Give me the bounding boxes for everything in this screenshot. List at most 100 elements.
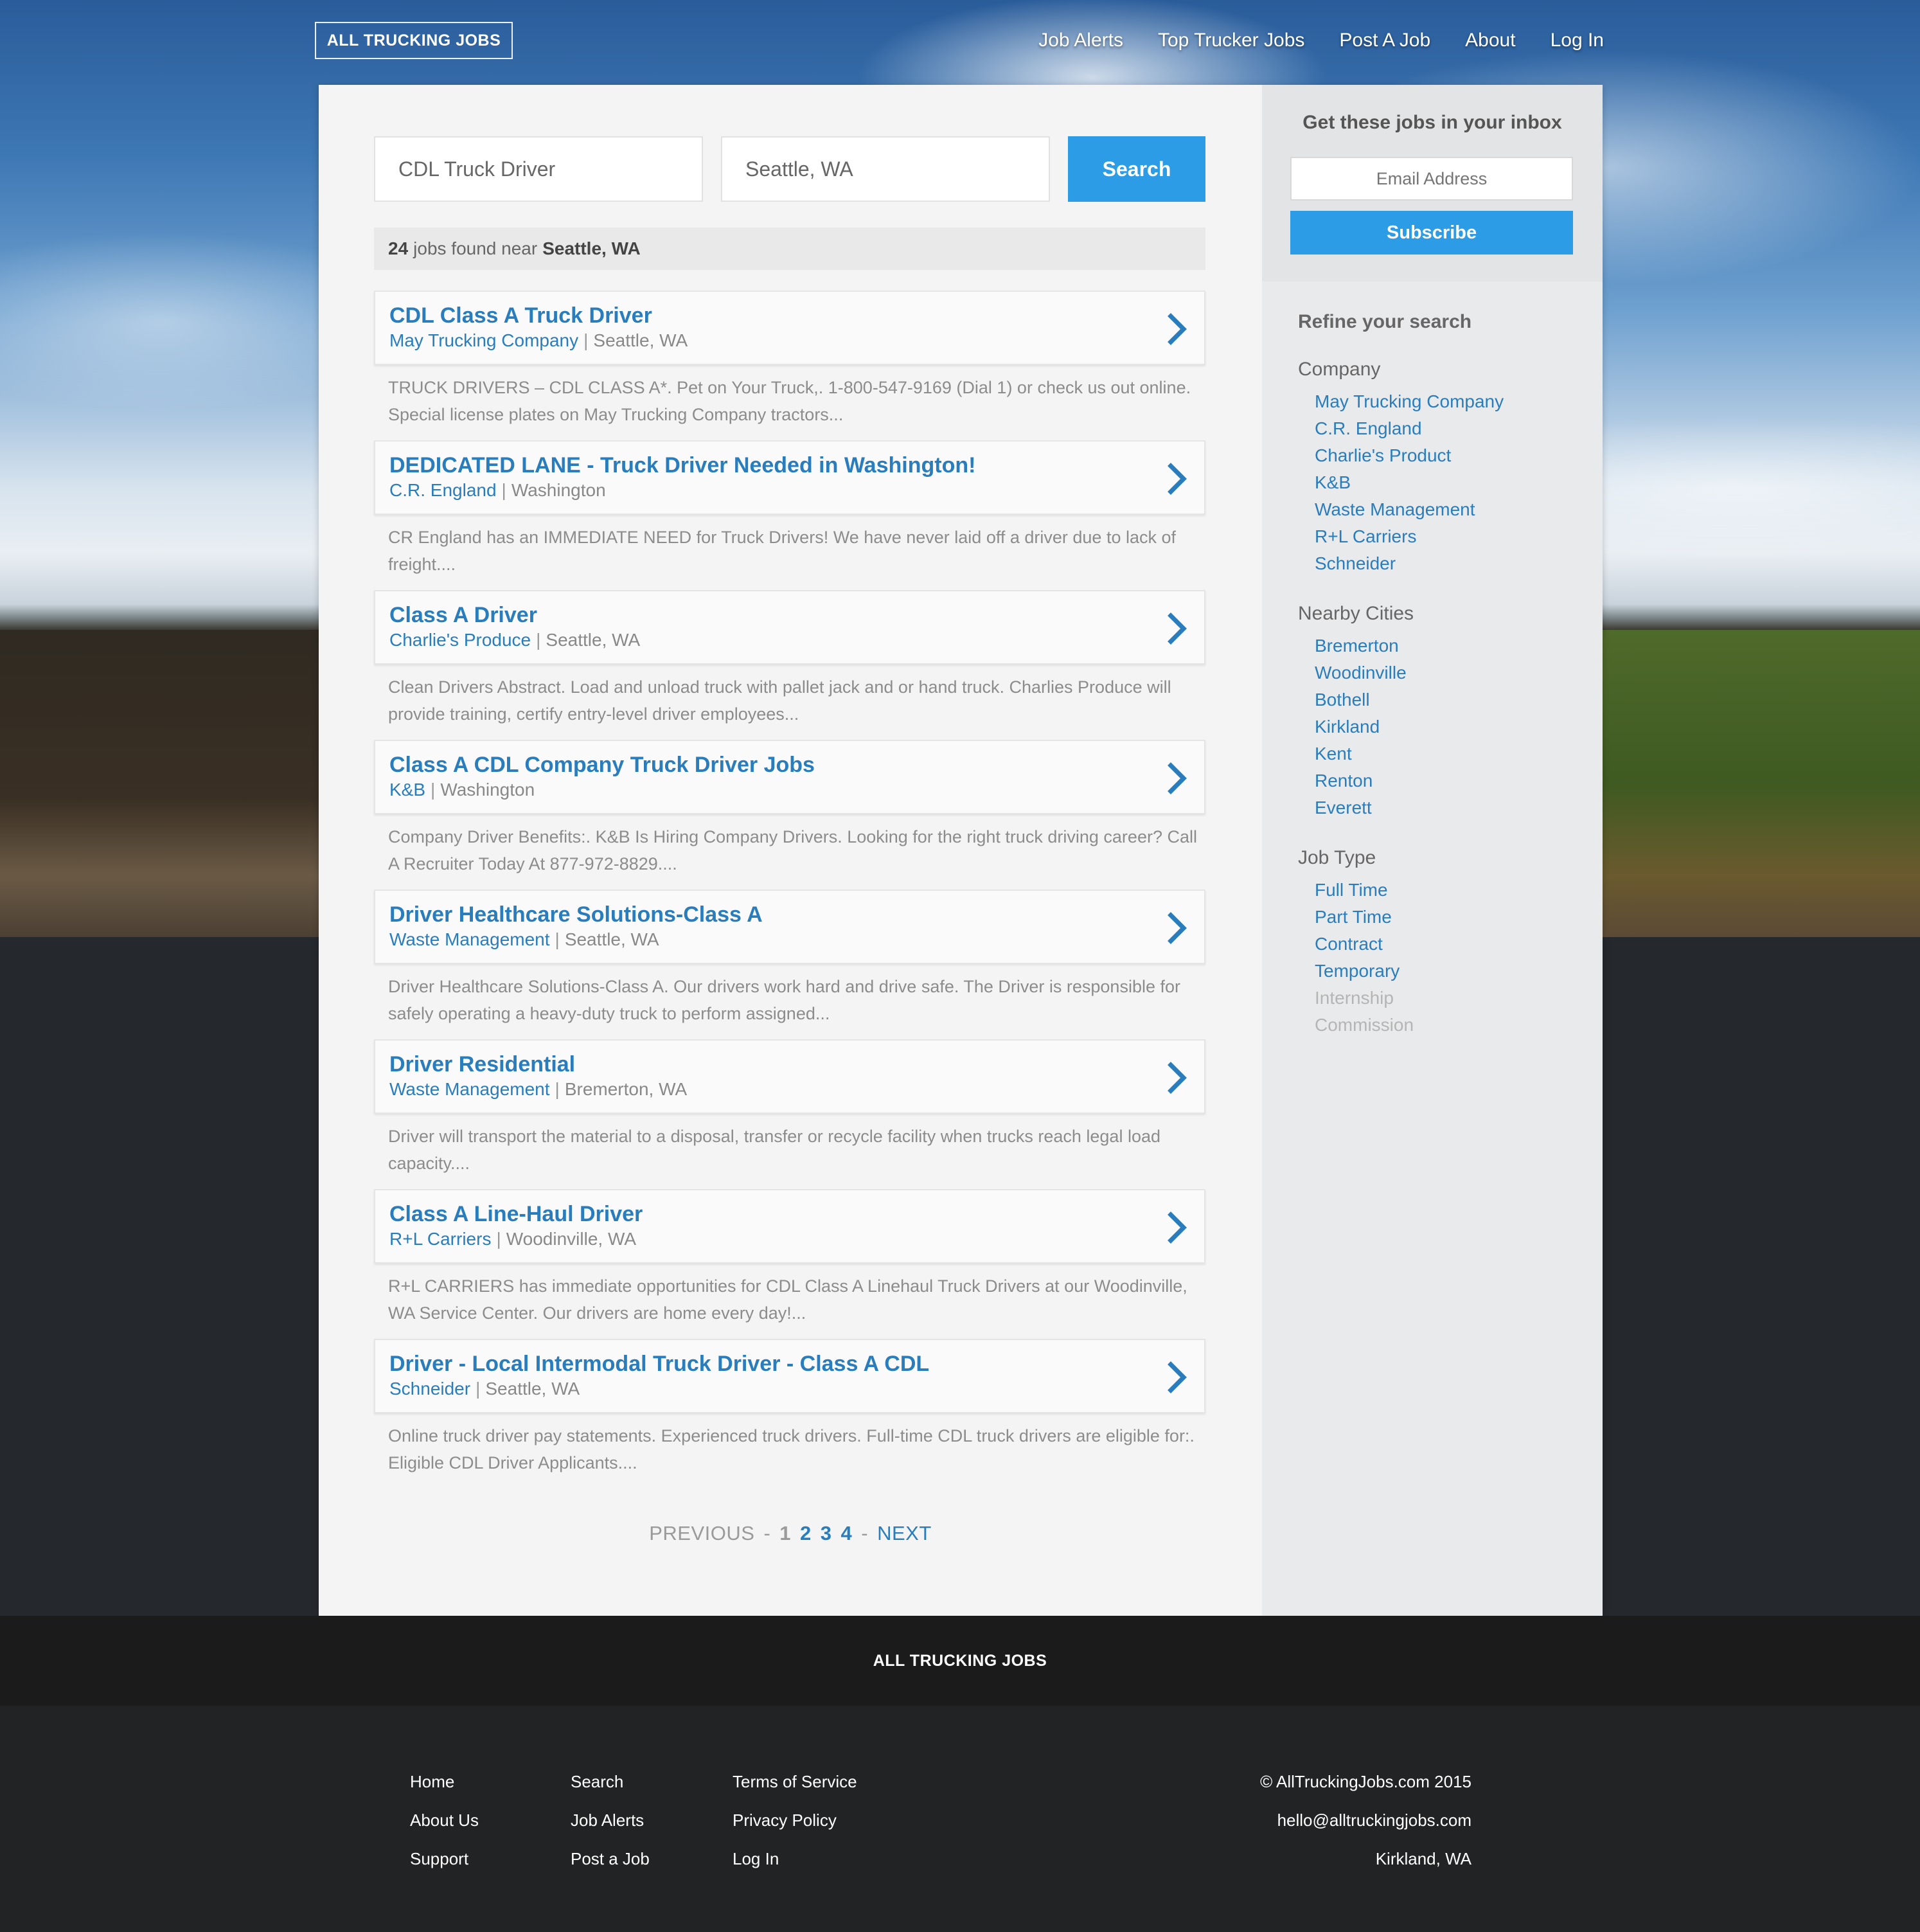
job-title[interactable]: DEDICATED LANE - Truck Driver Needed in … <box>389 453 975 478</box>
job-company[interactable]: Waste Management <box>389 929 550 949</box>
chevron-right-icon[interactable] <box>1164 910 1190 946</box>
filter-option[interactable]: K&B <box>1315 469 1581 496</box>
footer-column: Home About Us Support <box>410 1762 479 1878</box>
filter-option[interactable]: Woodinville <box>1315 659 1581 686</box>
job-title[interactable]: CDL Class A Truck Driver <box>389 303 652 328</box>
email-field[interactable] <box>1290 157 1573 201</box>
job-card-header[interactable]: Driver Residential Waste Management | Breme… <box>374 1039 1205 1114</box>
filter-option[interactable]: Bremerton <box>1315 632 1581 659</box>
filter-option[interactable]: May Trucking Company <box>1315 388 1581 415</box>
job-title[interactable]: Driver Residential <box>389 1052 575 1077</box>
job-company[interactable]: K&B <box>389 780 425 800</box>
footer-link-terms[interactable]: Terms of Service <box>733 1762 857 1801</box>
job-meta-separator: | <box>501 480 506 500</box>
job-description: Driver will transport the material to a … <box>388 1127 1160 1173</box>
job-meta-separator: | <box>555 1079 560 1099</box>
filter-option[interactable]: Part Time <box>1315 904 1581 931</box>
nav-about[interactable]: About <box>1465 30 1515 51</box>
job-description: TRUCK DRIVERS – CDL CLASS A*. Pet on You… <box>388 378 1191 424</box>
job-meta-separator: | <box>583 330 589 350</box>
site-logo[interactable]: ALL TRUCKING JOBS <box>315 22 513 59</box>
job-keyword-input[interactable] <box>374 136 703 202</box>
footer-link-support[interactable]: Support <box>410 1839 479 1878</box>
footer-link-post-a-job[interactable]: Post a Job <box>571 1839 650 1878</box>
filter-heading: Nearby Cities <box>1298 603 1414 624</box>
job-card-header[interactable]: Driver - Local Intermodal Truck Driver -… <box>374 1339 1205 1413</box>
chevron-right-icon[interactable] <box>1164 760 1190 796</box>
job-title[interactable]: Driver Healthcare Solutions-Class A <box>389 902 763 927</box>
pagination-separator: - <box>861 1522 869 1544</box>
job-title[interactable]: Class A CDL Company Truck Driver Jobs <box>389 753 815 778</box>
job-card-header[interactable]: Driver Healthcare Solutions-Class A Waste… <box>374 890 1205 964</box>
pagination-page-4[interactable]: 4 <box>841 1522 853 1545</box>
job-location: Seattle, WA <box>485 1379 580 1399</box>
footer-link-home[interactable]: Home <box>410 1762 479 1801</box>
sidebar: Get these jobs in your inbox Subscribe R… <box>1262 85 1603 1616</box>
pagination-page-1[interactable]: 1 <box>779 1522 791 1545</box>
job-card-header[interactable]: Class A Driver Charlie's Produce | Seattle,… <box>374 590 1205 665</box>
nav-job-alerts[interactable]: Job Alerts <box>1038 30 1123 51</box>
job-company[interactable]: Waste Management <box>389 1079 550 1099</box>
filter-option[interactable]: Kirkland <box>1315 713 1581 740</box>
pagination-page-2[interactable]: 2 <box>800 1522 812 1545</box>
job-company[interactable]: R+L Carriers <box>389 1229 491 1249</box>
filter-option[interactable]: Bothell <box>1315 686 1581 713</box>
job-title[interactable]: Class A Driver <box>389 603 537 628</box>
pagination-page-3[interactable]: 3 <box>821 1522 832 1545</box>
filter-option[interactable]: Contract <box>1315 931 1581 958</box>
job-title[interactable]: Class A Line-Haul Driver <box>389 1202 643 1227</box>
job-card-header[interactable]: Class A CDL Company Truck Driver Jobs K&B… <box>374 740 1205 814</box>
job-card-header[interactable]: Class A Line-Haul Driver R+L Carriers | Woo… <box>374 1189 1205 1264</box>
job-title[interactable]: Driver - Local Intermodal Truck Driver -… <box>389 1352 929 1377</box>
filter-option[interactable]: Full Time <box>1315 877 1581 904</box>
search-button[interactable]: Search <box>1068 136 1205 202</box>
location-input[interactable] <box>721 136 1050 202</box>
footer: Home About Us Support Search Job Alerts … <box>0 1706 1920 1932</box>
job-listing: CDL Class A Truck Driver May Trucking Com… <box>374 291 1205 440</box>
chevron-right-icon[interactable] <box>1164 1060 1190 1096</box>
job-listing: Driver Healthcare Solutions-Class A Waste… <box>374 890 1205 1039</box>
filter-option[interactable]: Charlie's Product <box>1315 442 1581 469</box>
nav-post-a-job[interactable]: Post A Job <box>1339 30 1430 51</box>
chevron-right-icon[interactable] <box>1164 1210 1190 1246</box>
filter-option[interactable]: Everett <box>1315 794 1581 821</box>
footer-link-log-in[interactable]: Log In <box>733 1839 857 1878</box>
hero-field-left <box>0 630 319 937</box>
footer-email[interactable]: hello@alltruckingjobs.com <box>1260 1801 1471 1839</box>
job-description: Driver Healthcare Solutions-Class A. Our… <box>388 977 1180 1023</box>
filter-option[interactable]: Kent <box>1315 740 1581 767</box>
nav-top-trucker-jobs[interactable]: Top Trucker Jobs <box>1158 30 1304 51</box>
nav-log-in[interactable]: Log In <box>1551 30 1604 51</box>
footer-link-search[interactable]: Search <box>571 1762 650 1801</box>
chevron-right-icon[interactable] <box>1164 461 1190 497</box>
chevron-right-icon[interactable] <box>1164 611 1190 647</box>
filter-option[interactable]: R+L Carriers <box>1315 523 1581 550</box>
chevron-right-icon[interactable] <box>1164 1359 1190 1395</box>
footer-link-job-alerts[interactable]: Job Alerts <box>571 1801 650 1839</box>
job-company[interactable]: May Trucking Company <box>389 330 578 350</box>
job-meta: May Trucking Company | Seattle, WA <box>389 330 688 351</box>
subscribe-title: Get these jobs in your inbox <box>1302 112 1562 133</box>
job-card-header[interactable]: DEDICATED LANE - Truck Driver Needed in … <box>374 440 1205 515</box>
filter-option[interactable]: C.R. England <box>1315 415 1581 442</box>
job-company[interactable]: Schneider <box>389 1379 470 1399</box>
job-description: Clean Drivers Abstract. Load and unload … <box>388 677 1171 724</box>
job-meta-separator: | <box>536 630 541 650</box>
filter-option[interactable]: Schneider <box>1315 550 1581 577</box>
chevron-right-icon[interactable] <box>1164 311 1190 347</box>
filter-heading: Job Type <box>1298 847 1376 868</box>
footer-brand[interactable]: ALL TRUCKING JOBS <box>0 1616 1920 1706</box>
job-meta-separator: | <box>496 1229 501 1249</box>
subscribe-button[interactable]: Subscribe <box>1290 211 1573 255</box>
footer-link-about-us[interactable]: About Us <box>410 1801 479 1839</box>
job-company[interactable]: C.R. England <box>389 480 497 500</box>
pagination-previous[interactable]: PREVIOUS <box>649 1522 754 1545</box>
job-company[interactable]: Charlie's Produce <box>389 630 531 650</box>
filter-option[interactable]: Temporary <box>1315 958 1581 985</box>
results-summary: 24 jobs found near Seattle, WA <box>374 228 1205 270</box>
filter-option[interactable]: Renton <box>1315 767 1581 794</box>
pagination-next[interactable]: NEXT <box>877 1522 932 1545</box>
job-card-header[interactable]: CDL Class A Truck Driver May Trucking Com… <box>374 291 1205 365</box>
filter-option[interactable]: Waste Management <box>1315 496 1581 523</box>
footer-link-privacy[interactable]: Privacy Policy <box>733 1801 857 1839</box>
